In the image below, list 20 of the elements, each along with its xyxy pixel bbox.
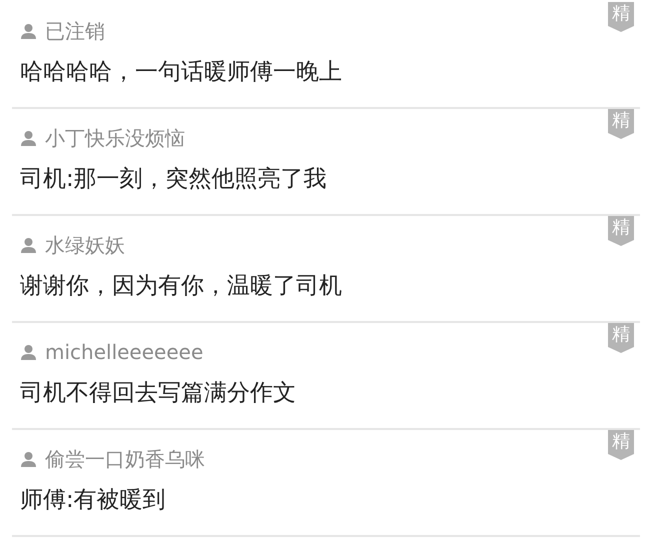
username[interactable]: 已注销 bbox=[45, 18, 105, 44]
featured-badge: 精 bbox=[608, 323, 634, 353]
comment-text: 谢谢你，因为有你，温暖了司机 bbox=[20, 272, 342, 301]
user-icon bbox=[20, 344, 37, 360]
username[interactable]: 小丁快乐没烦恼 bbox=[45, 125, 185, 151]
featured-badge: 精 bbox=[608, 109, 634, 139]
user-icon bbox=[20, 237, 37, 253]
user-icon bbox=[20, 23, 37, 39]
username[interactable]: 水绿妖妖 bbox=[45, 232, 125, 258]
comment-text: 司机:那一刻，突然他照亮了我 bbox=[20, 165, 327, 194]
username[interactable]: 偷尝一口奶香乌咪 bbox=[45, 446, 205, 472]
username[interactable]: michelleeeeeee bbox=[45, 339, 204, 365]
featured-badge: 精 bbox=[608, 216, 634, 246]
featured-badge: 精 bbox=[608, 2, 634, 32]
user-icon bbox=[20, 451, 37, 467]
user-icon bbox=[20, 130, 37, 146]
featured-badge: 精 bbox=[608, 430, 634, 460]
comment-text: 哈哈哈哈，一句话暖师傅一晚上 bbox=[20, 58, 342, 87]
comment-text: 师傅:有被暖到 bbox=[20, 486, 166, 515]
comment-text: 司机不得回去写篇满分作文 bbox=[20, 379, 296, 408]
